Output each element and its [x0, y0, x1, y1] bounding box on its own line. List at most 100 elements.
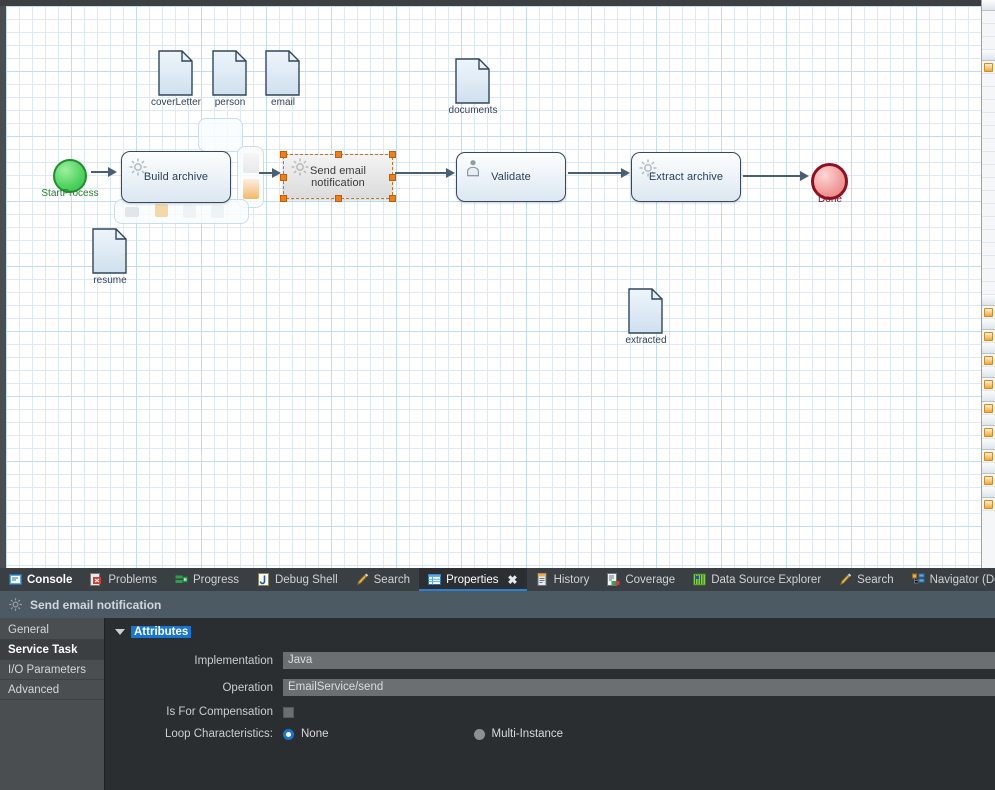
- palette-item[interactable]: [982, 37, 995, 50]
- tab-debug-shell[interactable]: Debug Shell: [248, 568, 347, 591]
- palette-item[interactable]: [982, 11, 995, 24]
- diagram-editor-canvas[interactable]: coverLetter person email documents: [0, 0, 995, 568]
- palette-group-header[interactable]: [982, 50, 995, 61]
- selection-handle-ne[interactable]: [389, 151, 396, 158]
- palette-item[interactable]: [982, 354, 995, 367]
- palette-item[interactable]: [982, 426, 995, 439]
- palette-item[interactable]: [982, 113, 995, 126]
- tab-console[interactable]: Console: [0, 568, 81, 591]
- palette-item[interactable]: [982, 152, 995, 165]
- palette-group-header[interactable]: [982, 343, 995, 354]
- loop-multi-instance-option[interactable]: Multi-Instance: [474, 728, 564, 740]
- palette-item[interactable]: [982, 498, 995, 511]
- chevron-down-icon[interactable]: [115, 629, 125, 635]
- data-object-person[interactable]: person: [212, 50, 248, 101]
- tab-history[interactable]: History: [527, 568, 599, 591]
- sequence-flow-extract-to-done[interactable]: [743, 171, 809, 181]
- selection-handle-sw[interactable]: [280, 195, 287, 202]
- context-pad-icon-3[interactable]: [183, 205, 196, 218]
- properties-tab-general[interactable]: General: [0, 620, 104, 640]
- tab-data-source-explorer[interactable]: Data Source Explorer: [684, 568, 830, 591]
- palette-group-header[interactable]: [982, 415, 995, 426]
- data-object-extracted[interactable]: extracted: [628, 288, 664, 339]
- view-tab-bar[interactable]: Console Problems Progress: [0, 568, 995, 591]
- task-send-email-notification[interactable]: Send email notification: [283, 154, 393, 199]
- tab-progress[interactable]: Progress: [166, 568, 248, 591]
- tab-navigator-deprecated[interactable]: Navigator (Deprecated): [903, 568, 995, 591]
- palette-item[interactable]: [982, 243, 995, 256]
- data-object-documents[interactable]: documents: [455, 58, 491, 109]
- palette-item[interactable]: [982, 74, 995, 87]
- palette-item[interactable]: [982, 282, 995, 295]
- editor-palette-strip[interactable]: [981, 0, 995, 568]
- context-pad-icon-4[interactable]: [211, 205, 224, 218]
- palette-item[interactable]: [982, 230, 995, 243]
- selection-handle-w[interactable]: [280, 174, 287, 181]
- palette-item[interactable]: [982, 126, 995, 139]
- sequence-flow-send-to-validate[interactable]: [395, 168, 455, 178]
- palette-group-header[interactable]: [982, 367, 995, 378]
- is-for-compensation-checkbox[interactable]: [283, 707, 294, 718]
- properties-tab-advanced[interactable]: Advanced: [0, 680, 104, 700]
- palette-item[interactable]: [982, 139, 995, 152]
- context-pad-icon-append[interactable]: [243, 153, 259, 173]
- loop-multi-instance-radio[interactable]: [474, 729, 485, 740]
- bpmn-diagram-surface[interactable]: coverLetter person email documents: [6, 6, 984, 568]
- context-pad-icon-1[interactable]: [125, 207, 139, 217]
- operation-field[interactable]: EmailService/send: [283, 679, 995, 696]
- selection-handle-e[interactable]: [389, 174, 396, 181]
- selection-handle-se[interactable]: [389, 195, 396, 202]
- palette-group-header[interactable]: [982, 463, 995, 474]
- sequence-flow-validate-to-extract[interactable]: [568, 168, 630, 178]
- tab-search-2[interactable]: Search: [830, 568, 902, 591]
- tab-coverage[interactable]: Coverage: [598, 568, 684, 591]
- tab-properties[interactable]: Properties ✖: [419, 568, 526, 591]
- palette-item[interactable]: [982, 191, 995, 204]
- palette-item[interactable]: [982, 306, 995, 319]
- palette-group-header[interactable]: [982, 487, 995, 498]
- palette-item[interactable]: [982, 165, 995, 178]
- palette-item[interactable]: [982, 100, 995, 113]
- attributes-section-header[interactable]: Attributes: [115, 624, 995, 640]
- loop-none-option[interactable]: None: [283, 728, 329, 740]
- palette-item[interactable]: [982, 87, 995, 100]
- palette-item[interactable]: [982, 269, 995, 282]
- loop-none-radio[interactable]: [283, 729, 294, 740]
- palette-group-header[interactable]: [982, 319, 995, 330]
- palette-item[interactable]: [982, 61, 995, 74]
- palette-item[interactable]: [982, 450, 995, 463]
- implementation-field[interactable]: Java: [283, 652, 995, 669]
- palette-item[interactable]: [982, 204, 995, 217]
- palette-item[interactable]: [982, 378, 995, 391]
- tab-problems[interactable]: Problems: [81, 568, 166, 591]
- selection-handle-nw[interactable]: [280, 151, 287, 158]
- tab-search-1[interactable]: Search: [347, 568, 419, 591]
- palette-group-header[interactable]: [982, 0, 995, 11]
- task-validate[interactable]: Validate: [456, 152, 566, 202]
- palette-item[interactable]: [982, 217, 995, 230]
- data-object-resume[interactable]: resume: [92, 228, 128, 279]
- close-icon[interactable]: ✖: [508, 573, 518, 587]
- properties-tab-io-parameters[interactable]: I/O Parameters: [0, 660, 104, 680]
- sequence-flow-start-to-build[interactable]: [91, 167, 117, 177]
- selection-handle-n[interactable]: [335, 151, 342, 158]
- palette-item[interactable]: [982, 178, 995, 191]
- palette-item[interactable]: [982, 402, 995, 415]
- palette-group-header[interactable]: [982, 391, 995, 402]
- context-pad-top[interactable]: [198, 118, 243, 152]
- palette-group-header[interactable]: [982, 439, 995, 450]
- palette-group-header[interactable]: [982, 295, 995, 306]
- palette-item[interactable]: [982, 256, 995, 269]
- palette-item[interactable]: [982, 330, 995, 343]
- task-build-archive[interactable]: Build archive: [121, 151, 231, 203]
- palette-item[interactable]: [982, 474, 995, 487]
- sequence-flow-build-to-send[interactable]: [259, 168, 281, 178]
- context-pad-icon-append-orange[interactable]: [243, 179, 259, 199]
- properties-tab-list[interactable]: General Service Task I/O Parameters Adva…: [0, 618, 105, 790]
- data-object-coverLetter[interactable]: coverLetter: [158, 50, 194, 101]
- selection-handle-s[interactable]: [335, 195, 342, 202]
- context-pad-icon-2[interactable]: [155, 204, 168, 217]
- data-object-email[interactable]: email: [265, 50, 301, 101]
- palette-item[interactable]: [982, 24, 995, 37]
- properties-tab-service-task[interactable]: Service Task: [0, 640, 104, 660]
